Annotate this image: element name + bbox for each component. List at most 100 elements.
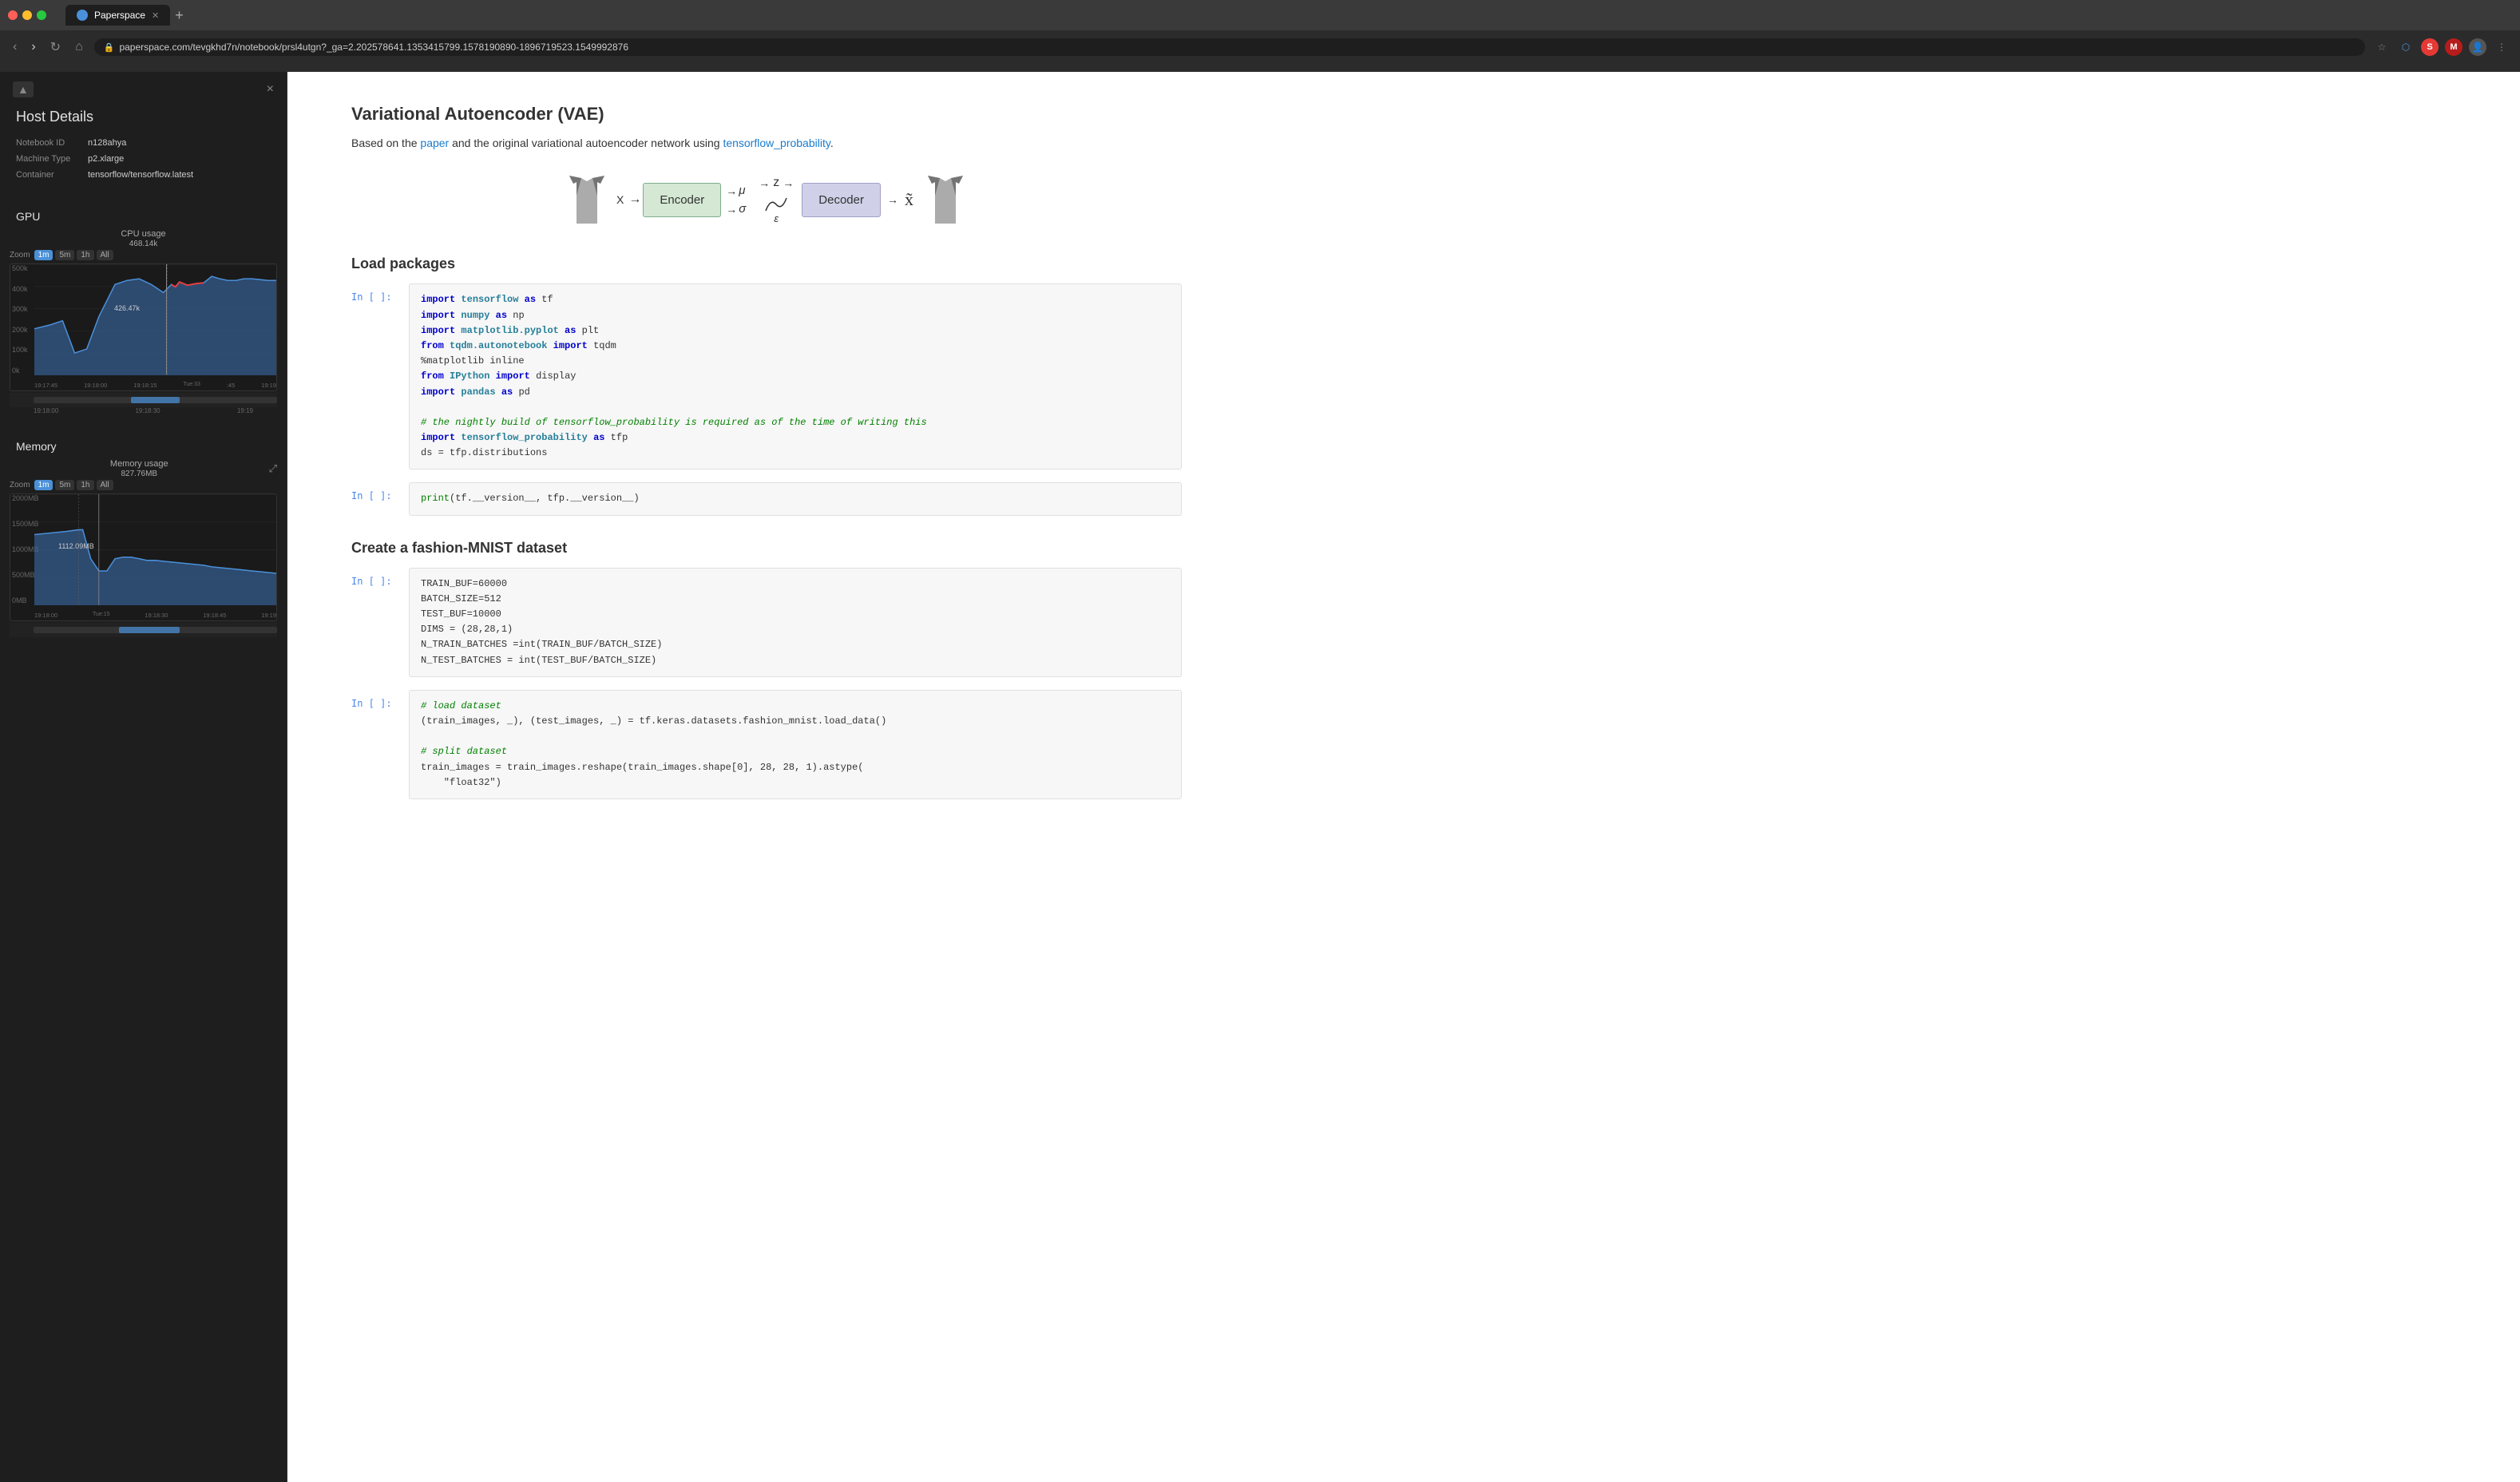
- memory-x-label-5: 19:19: [261, 612, 276, 619]
- arrow-z: → z →: [759, 176, 794, 190]
- notebook-id-row: Notebook ID n128ahya: [16, 138, 271, 148]
- cell-3-code[interactable]: TRAIN_BUF=60000 BATCH_SIZE=512 TEST_BUF=…: [409, 568, 1182, 677]
- browser-toolbar: ‹ › ↻ ⌂ 🔒 paperspace.com/tevgkhd7n/noteb…: [0, 30, 2520, 64]
- mu-arrow: → μ: [726, 184, 745, 197]
- memory-zoom-5m[interactable]: 5m: [55, 480, 74, 490]
- epsilon-label: ε: [774, 212, 779, 224]
- profile-icon-m[interactable]: M: [2445, 38, 2463, 56]
- encoder-output-arrows: → μ → σ: [726, 184, 746, 216]
- paper-link[interactable]: paper: [420, 137, 449, 149]
- machine-type-value: p2.xlarge: [88, 154, 124, 164]
- input-image: [561, 168, 613, 232]
- description-suffix: .: [830, 137, 834, 149]
- memory-zoom-1m[interactable]: 1m: [34, 480, 53, 490]
- description-middle: and the original variational autoencoder…: [449, 137, 723, 149]
- memory-timeline-scrubber[interactable]: [10, 623, 277, 637]
- code-cell-1: In [ ]: import tensorflow as tf import n…: [351, 283, 1182, 470]
- cpu-x-label-4: Tue:33: [183, 382, 200, 389]
- host-details-title: Host Details: [16, 109, 271, 125]
- z-epsilon-group: → z → ε: [759, 176, 794, 224]
- reload-button[interactable]: ↻: [47, 36, 64, 58]
- profile-icon-s[interactable]: S: [2421, 38, 2439, 56]
- memory-zoom-1h[interactable]: 1h: [77, 480, 93, 490]
- cpu-chart-section: CPU usage 468.14k Zoom 1m 5m 1h All 500k…: [0, 229, 287, 427]
- content-area: Variational Autoencoder (VAE) Based on t…: [287, 72, 2520, 1482]
- tab-label: Paperspace: [94, 10, 145, 21]
- sidebar-header: ▲ ×: [0, 72, 287, 97]
- cell-4-code[interactable]: # load dataset (train_images, _), (test_…: [409, 690, 1182, 799]
- cpu-chart-title: CPU usage: [121, 229, 165, 239]
- cell-2-code[interactable]: print(tf.__version__, tfp.__version__): [409, 482, 1182, 515]
- cpu-timeline-scrubber[interactable]: [10, 393, 277, 407]
- cpu-zoom-1m[interactable]: 1m: [34, 250, 53, 260]
- close-traffic-light[interactable]: [8, 10, 18, 20]
- arrow-to-encoder: →: [628, 192, 641, 207]
- tab-bar: Paperspace ✕ +: [65, 5, 184, 26]
- memory-timeline-viewport: [119, 627, 180, 633]
- vae-diagram: X → Encoder → μ → σ: [351, 168, 1182, 232]
- create-dataset-title: Create a fashion-MNIST dataset: [351, 540, 1182, 557]
- cpu-zoom-1h[interactable]: 1h: [77, 250, 93, 260]
- memory-timeline-track[interactable]: [34, 627, 277, 633]
- cell-2-prompt: In [ ]:: [351, 482, 399, 501]
- notebook-id-value: n128ahya: [88, 138, 126, 148]
- star-icon[interactable]: ☆: [2373, 38, 2391, 56]
- lock-icon: 🔒: [104, 42, 115, 53]
- forward-button[interactable]: ›: [28, 37, 38, 57]
- active-tab[interactable]: Paperspace ✕: [65, 5, 170, 26]
- machine-type-row: Machine Type p2.xlarge: [16, 154, 271, 164]
- cpu-x-labels: 19:17:45 19:18:00 19:18:15 Tue:33 :45 19…: [34, 382, 276, 389]
- cpu-timeline-track[interactable]: [34, 397, 277, 403]
- extensions-icon[interactable]: ⬡: [2397, 38, 2415, 56]
- notebook-id-label: Notebook ID: [16, 138, 88, 148]
- output-shirt-svg: [924, 172, 968, 228]
- cpu-zoom-5m[interactable]: 5m: [55, 250, 74, 260]
- cpu-zoom-label: Zoom: [10, 251, 30, 260]
- new-tab-button[interactable]: +: [175, 7, 184, 24]
- address-bar[interactable]: 🔒 paperspace.com/tevgkhd7n/notebook/prsl…: [94, 38, 2365, 56]
- tab-favicon: [77, 10, 88, 21]
- maximize-traffic-light[interactable]: [37, 10, 46, 20]
- cpu-y-label-400: 400k: [12, 285, 28, 293]
- memory-chart-area: 2000MB 1500MB 1000MB 500MB 0MB: [10, 493, 277, 621]
- cpu-x-label-3: 19:18:15: [133, 382, 157, 389]
- cpu-timeline-mid: 19:18:30: [135, 407, 160, 414]
- z-label: z: [773, 176, 779, 190]
- cpu-y-label-500: 500k: [12, 264, 28, 272]
- notebook-title: Variational Autoencoder (VAE): [351, 104, 1182, 125]
- url-text: paperspace.com/tevgkhd7n/notebook/prsl4u…: [119, 42, 2356, 53]
- memory-x-label-2: Tue:15: [93, 612, 110, 619]
- decoder-box: Decoder: [802, 183, 881, 217]
- memory-zoom-label: Zoom: [10, 481, 30, 489]
- container-row: Container tensorflow/tensorflow.latest: [16, 170, 271, 180]
- sidebar-toggle-button[interactable]: ▲: [13, 81, 34, 97]
- cpu-zoom-all[interactable]: All: [97, 250, 113, 260]
- minimize-traffic-light[interactable]: [22, 10, 32, 20]
- memory-zoom-all[interactable]: All: [97, 480, 113, 490]
- encoder-box: Encoder: [643, 183, 721, 217]
- tensorflow-probability-link[interactable]: tensorflow_probability: [723, 137, 830, 149]
- tab-close-button[interactable]: ✕: [152, 10, 159, 21]
- input-shirt-svg: [565, 172, 609, 228]
- main-layout: ▲ × Host Details Notebook ID n128ahya Ma…: [0, 72, 2520, 1482]
- memory-x-labels: 19:18:00 Tue:15 19:18:30 19:18:45 19:19: [34, 612, 276, 619]
- user-avatar[interactable]: 👤: [2469, 38, 2486, 56]
- x-label: X: [616, 193, 624, 206]
- cell-3-prompt: In [ ]:: [351, 568, 399, 587]
- epsilon-group: ε: [764, 196, 788, 224]
- memory-expand-icon[interactable]: ⤢: [269, 462, 277, 475]
- cpu-x-label-6: 19:19: [261, 382, 276, 389]
- container-label: Container: [16, 170, 88, 180]
- cpu-y-labels: 500k 400k 300k 200k 100k 0k: [12, 264, 28, 374]
- menu-icon[interactable]: ⋮: [2493, 38, 2510, 56]
- home-button[interactable]: ⌂: [72, 37, 86, 57]
- cell-1-code[interactable]: import tensorflow as tf import numpy as …: [409, 283, 1182, 470]
- back-button[interactable]: ‹: [10, 37, 20, 57]
- sidebar: ▲ × Host Details Notebook ID n128ahya Ma…: [0, 72, 287, 1482]
- notebook-content: Variational Autoencoder (VAE) Based on t…: [287, 72, 1246, 844]
- memory-x-label-4: 19:18:45: [203, 612, 226, 619]
- code-cell-4: In [ ]: # load dataset (train_images, _)…: [351, 690, 1182, 799]
- memory-zoom-controls: Zoom 1m 5m 1h All: [10, 480, 277, 490]
- container-value: tensorflow/tensorflow.latest: [88, 170, 193, 180]
- sidebar-close-button[interactable]: ×: [267, 82, 274, 97]
